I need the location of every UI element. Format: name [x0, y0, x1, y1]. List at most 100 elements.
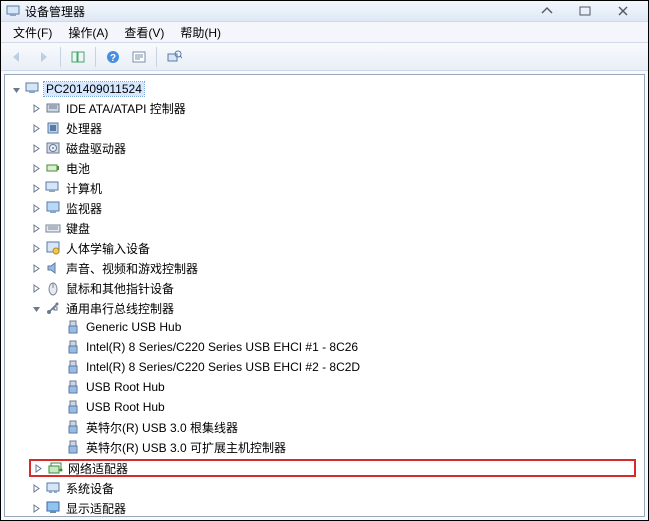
collapse-icon[interactable] — [31, 303, 42, 314]
toolbar-separator — [156, 47, 157, 67]
device-label[interactable]: USB Root Hub — [84, 380, 167, 394]
expand-icon[interactable] — [31, 263, 42, 274]
cpu-icon — [45, 120, 61, 136]
category-label[interactable]: 键盘 — [64, 220, 92, 237]
menu-help[interactable]: 帮助(H) — [174, 22, 227, 43]
device-item[interactable]: Intel(R) 8 Series/C220 Series USB EHCI #… — [51, 338, 644, 356]
category-usb[interactable]: 通用串行总线控制器 — [31, 299, 644, 317]
device-label[interactable]: Intel(R) 8 Series/C220 Series USB EHCI #… — [84, 360, 362, 374]
category-system[interactable]: 系统设备 — [31, 479, 644, 497]
expand-icon[interactable] — [31, 103, 42, 114]
monitor-icon — [45, 200, 61, 216]
svg-text:?: ? — [110, 53, 116, 64]
display-icon — [45, 500, 61, 516]
category-display[interactable]: 显示适配器 — [31, 499, 644, 517]
category-computer[interactable]: 计算机 — [31, 179, 644, 197]
maximize-button[interactable] — [578, 6, 606, 16]
device-item[interactable]: USB Root Hub — [51, 378, 644, 396]
category-label[interactable]: 人体学输入设备 — [64, 240, 152, 257]
expand-icon[interactable] — [31, 183, 42, 194]
device-item[interactable]: USB Root Hub — [51, 398, 644, 416]
ide-icon — [45, 100, 61, 116]
tree-root[interactable]: PC201409011524 — [11, 80, 644, 98]
tree-pane[interactable]: PC201409011524 IDE ATA/ATAPI 控制器处理器磁盘驱动器电… — [4, 74, 645, 517]
usb-device-icon — [65, 319, 81, 335]
network-icon — [47, 460, 63, 476]
category-label[interactable]: 计算机 — [64, 180, 104, 197]
usb-device-icon — [65, 359, 81, 375]
expand-icon[interactable] — [31, 503, 42, 514]
category-label[interactable]: 磁盘驱动器 — [64, 140, 128, 157]
device-label[interactable]: 英特尔(R) USB 3.0 根集线器 — [84, 419, 240, 436]
help-button[interactable]: ? — [101, 46, 125, 68]
category-label[interactable]: 监视器 — [64, 200, 104, 217]
show-hide-tree-button[interactable] — [66, 46, 90, 68]
category-hid[interactable]: 人体学输入设备 — [31, 239, 644, 257]
category-disk[interactable]: 磁盘驱动器 — [31, 139, 644, 157]
back-button[interactable] — [5, 46, 29, 68]
device-item[interactable]: Intel(R) 8 Series/C220 Series USB EHCI #… — [51, 358, 644, 376]
expand-icon[interactable] — [31, 483, 42, 494]
window-title: 设备管理器 — [25, 3, 85, 20]
category-label[interactable]: 电池 — [64, 160, 92, 177]
collapse-icon[interactable] — [11, 84, 22, 95]
category-label[interactable]: 处理器 — [64, 120, 104, 137]
toolbar-separator — [95, 47, 96, 67]
category-ide[interactable]: IDE ATA/ATAPI 控制器 — [31, 99, 644, 117]
toolbar-separator — [60, 47, 61, 67]
category-battery[interactable]: 电池 — [31, 159, 644, 177]
category-keyboard[interactable]: 键盘 — [31, 219, 644, 237]
menu-file[interactable]: 文件(F) — [7, 22, 58, 43]
usb-device-icon — [65, 339, 81, 355]
category-label[interactable]: 网络适配器 — [66, 460, 130, 477]
usb-icon — [45, 300, 61, 316]
category-sound[interactable]: 声音、视频和游戏控制器 — [31, 259, 644, 277]
device-item[interactable]: 英特尔(R) USB 3.0 根集线器 — [51, 418, 644, 436]
usb-device-icon — [65, 419, 81, 435]
device-label[interactable]: USB Root Hub — [84, 400, 167, 414]
expand-icon[interactable] — [31, 283, 42, 294]
device-manager-window: 设备管理器 文件(F) 操作(A) 查看(V) 帮助(H) ? — [0, 0, 649, 521]
expand-icon[interactable] — [31, 163, 42, 174]
expand-icon[interactable] — [31, 143, 42, 154]
category-label[interactable]: 系统设备 — [64, 480, 116, 497]
category-label[interactable]: 显示适配器 — [64, 500, 128, 517]
scan-hardware-button[interactable] — [162, 46, 186, 68]
usb-device-icon — [65, 439, 81, 455]
device-item[interactable]: 英特尔(R) USB 3.0 可扩展主机控制器 — [51, 438, 644, 456]
expand-icon[interactable] — [31, 123, 42, 134]
computer-icon — [25, 81, 41, 97]
system-icon — [45, 480, 61, 496]
pc-icon — [45, 180, 61, 196]
category-label[interactable]: 通用串行总线控制器 — [64, 300, 176, 317]
category-label[interactable]: 声音、视频和游戏控制器 — [64, 260, 200, 277]
category-mouse[interactable]: 鼠标和其他指针设备 — [31, 279, 644, 297]
root-label[interactable]: PC201409011524 — [44, 82, 144, 96]
menu-action[interactable]: 操作(A) — [62, 22, 114, 43]
menubar: 文件(F) 操作(A) 查看(V) 帮助(H) — [1, 21, 648, 43]
toolbar: ? — [1, 43, 648, 71]
device-label[interactable]: Intel(R) 8 Series/C220 Series USB EHCI #… — [84, 340, 360, 354]
category-monitor[interactable]: 监视器 — [31, 199, 644, 217]
device-item[interactable]: Generic USB Hub — [51, 318, 644, 336]
category-label[interactable]: 鼠标和其他指针设备 — [64, 280, 176, 297]
category-network[interactable]: 网络适配器 — [29, 459, 636, 477]
minimize-button[interactable] — [540, 6, 568, 16]
expand-icon[interactable] — [33, 463, 44, 474]
expand-icon[interactable] — [31, 223, 42, 234]
category-cpu[interactable]: 处理器 — [31, 119, 644, 137]
usb-device-icon — [65, 399, 81, 415]
device-label[interactable]: Generic USB Hub — [84, 320, 183, 334]
window-controls — [540, 6, 644, 16]
expand-icon[interactable] — [31, 203, 42, 214]
mouse-icon — [45, 280, 61, 296]
titlebar: 设备管理器 — [1, 1, 648, 21]
expand-icon[interactable] — [31, 243, 42, 254]
menu-view[interactable]: 查看(V) — [118, 22, 170, 43]
device-label[interactable]: 英特尔(R) USB 3.0 可扩展主机控制器 — [84, 439, 288, 456]
forward-button[interactable] — [31, 46, 55, 68]
sound-icon — [45, 260, 61, 276]
properties-button[interactable] — [127, 46, 151, 68]
close-button[interactable] — [616, 6, 644, 16]
category-label[interactable]: IDE ATA/ATAPI 控制器 — [64, 100, 188, 117]
